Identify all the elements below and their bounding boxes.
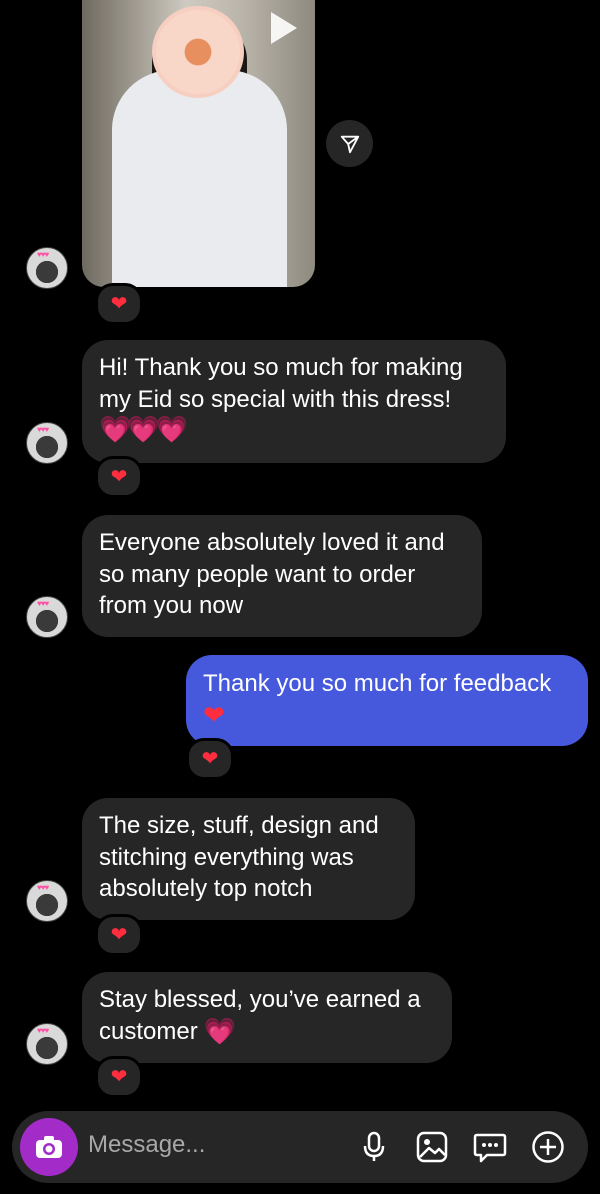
gallery-button[interactable]: [414, 1129, 450, 1165]
my-message-bubble[interactable]: Thank you so much for feedback ❤: [186, 655, 588, 746]
heart-reaction-icon: ❤: [110, 293, 128, 315]
heart-reaction-icon: ❤: [110, 1066, 128, 1088]
share-button[interactable]: [326, 120, 373, 167]
message-bubble[interactable]: The size, stuff, design and stitching ev…: [82, 798, 415, 920]
gallery-icon: [416, 1131, 448, 1163]
photo-message[interactable]: [82, 0, 315, 287]
message-text-line: stitching everything was: [99, 843, 354, 871]
camera-button[interactable]: [20, 1118, 78, 1176]
reaction-badge[interactable]: ❤: [95, 283, 143, 325]
voice-button[interactable]: [356, 1129, 392, 1165]
flower-sticker: [152, 6, 244, 98]
message-text-line: Everyone absolutely loved it and: [99, 529, 445, 556]
heart-reaction-icon: ❤: [201, 748, 219, 770]
message-text-line: absolutely top notch: [99, 875, 313, 902]
message-emoji: ❤: [203, 699, 225, 730]
avatar[interactable]: ♥♥♥: [26, 1023, 68, 1065]
heart-reaction-icon: ❤: [110, 466, 128, 488]
message-text-line: from you now: [99, 592, 244, 619]
reaction-badge[interactable]: ❤: [95, 1056, 143, 1098]
photo-dress: [112, 70, 287, 287]
message-text-line: so many people want to order: [99, 560, 416, 588]
reaction-badge[interactable]: ❤: [95, 456, 143, 498]
sticker-icon: [473, 1133, 507, 1163]
message-text-line: Stay blessed, you’ve earned a: [99, 986, 421, 1013]
avatar[interactable]: ♥♥♥: [26, 880, 68, 922]
message-text-line: Thank you so much for feedback: [203, 670, 552, 697]
play-icon[interactable]: [271, 12, 297, 44]
sticker-button[interactable]: [472, 1129, 508, 1165]
message-emoji: 💗💗💗: [99, 414, 188, 444]
message-composer: Message...: [12, 1111, 588, 1183]
message-bubble[interactable]: Hi! Thank you so much for making my Eid …: [82, 340, 506, 463]
avatar[interactable]: ♥♥♥: [26, 247, 68, 289]
heart-reaction-icon: ❤: [110, 924, 128, 946]
message-bubble[interactable]: Everyone absolutely loved it and so many…: [82, 515, 482, 637]
reaction-badge[interactable]: ❤: [186, 738, 234, 780]
reaction-badge[interactable]: ❤: [95, 914, 143, 956]
avatar[interactable]: ♥♥♥: [26, 422, 68, 464]
message-text-line: my Eid so special with this dress!: [99, 385, 452, 413]
message-text-line: The size, stuff, design and: [99, 812, 379, 839]
plus-icon: [532, 1131, 564, 1163]
message-emoji: 💗: [203, 1015, 237, 1046]
camera-icon: [36, 1136, 62, 1158]
microphone-icon: [363, 1131, 385, 1161]
share-icon: [340, 135, 359, 153]
message-text-line: Hi! Thank you so much for making: [99, 354, 463, 381]
message-text-line: customer: [99, 1017, 198, 1045]
more-button[interactable]: [530, 1129, 566, 1165]
avatar[interactable]: ♥♥♥: [26, 596, 68, 638]
message-bubble[interactable]: Stay blessed, you’ve earned a customer 💗: [82, 972, 452, 1063]
message-input[interactable]: Message...: [88, 1131, 205, 1159]
